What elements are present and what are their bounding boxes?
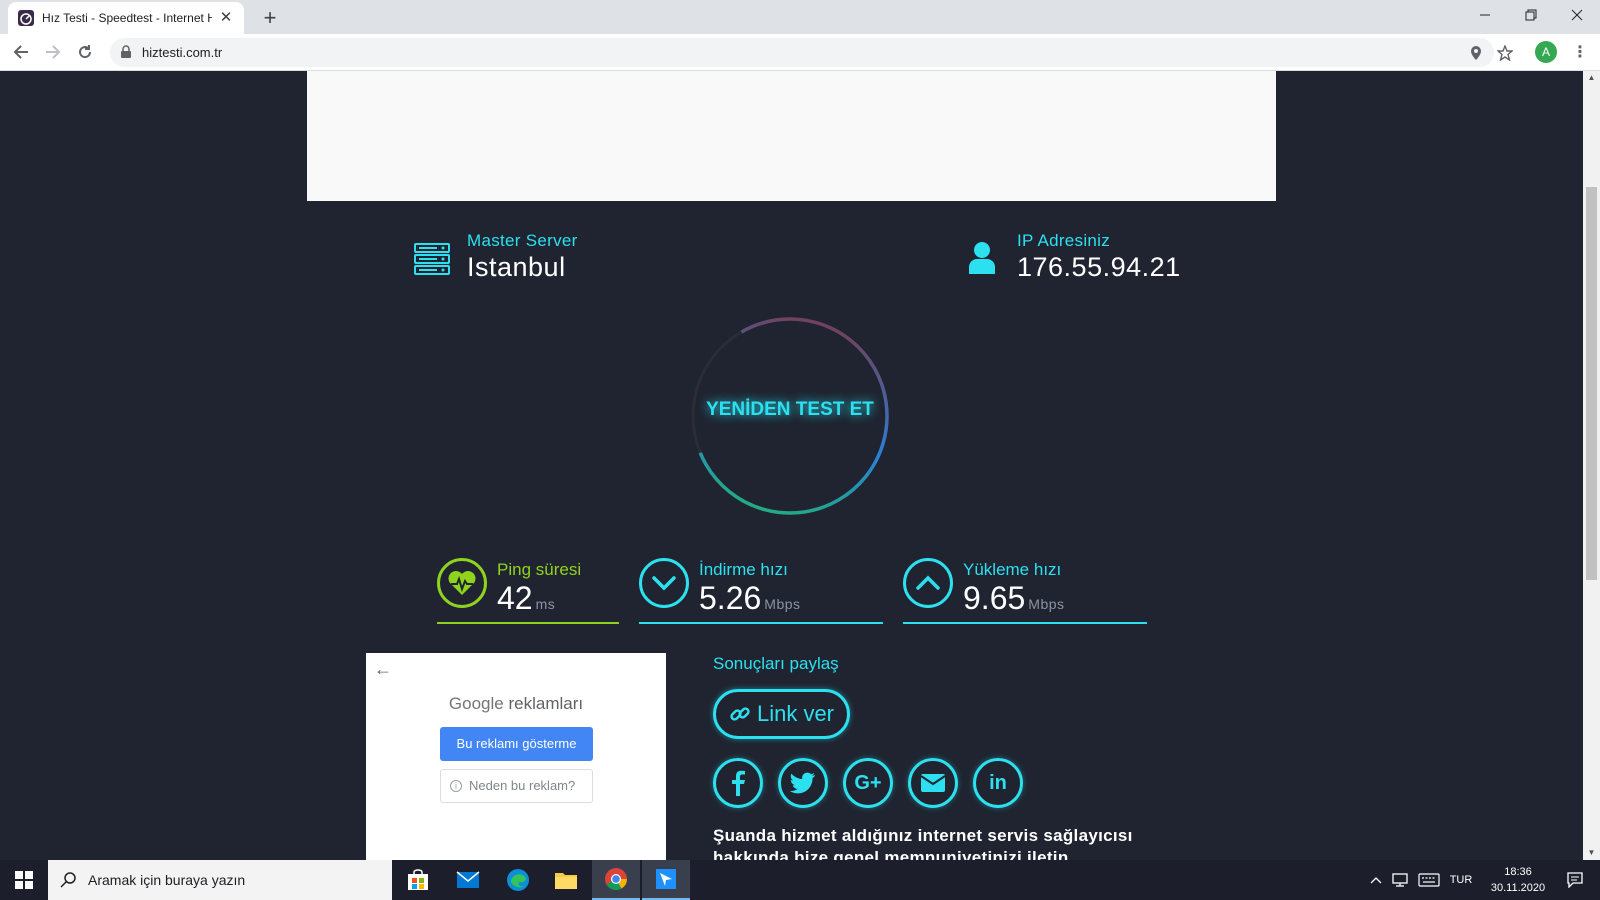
address-bar[interactable]: hiztesti.com.tr — [110, 38, 1494, 67]
windows-taskbar: Aramak için buraya yazın TUR 18:36 30.11… — [0, 860, 1600, 900]
new-tab-icon[interactable]: + — [256, 4, 284, 32]
notifications-icon[interactable] — [1558, 860, 1592, 900]
download-value-line: 5.26 Mbps — [699, 580, 801, 617]
ping-value: 42 — [497, 580, 533, 616]
page-viewport: Master Server Istanbul IP Adresiniz 176.… — [0, 71, 1583, 860]
upload-metric: Yükleme hızı 9.65 Mbps — [903, 558, 1147, 624]
minimize-icon[interactable] — [1462, 0, 1508, 30]
info-icon: i — [450, 780, 462, 792]
taskbar-search-box[interactable]: Aramak için buraya yazın — [48, 860, 392, 900]
email-icon[interactable] — [908, 758, 958, 808]
facebook-icon[interactable] — [713, 758, 763, 808]
speedometer-favicon-icon — [18, 10, 34, 26]
clock-date: 30.11.2020 — [1490, 882, 1546, 894]
share-title: Sonuçları paylaş — [713, 654, 839, 673]
edge-icon[interactable] — [494, 860, 542, 900]
browser-toolbar: hiztesti.com.tr A ⋮ — [0, 34, 1600, 71]
google-plus-icon[interactable]: G+ — [843, 758, 893, 808]
upload-unit: Mbps — [1028, 596, 1065, 612]
clock-time: 18:36 — [1504, 866, 1532, 878]
tray-chevron-up-icon[interactable] — [1366, 860, 1386, 900]
ping-metric: Ping süresi 42 ms — [437, 558, 619, 624]
search-icon — [60, 872, 76, 888]
download-unit: Mbps — [764, 596, 801, 612]
reload-icon[interactable] — [70, 37, 100, 67]
input-language[interactable]: TUR — [1446, 860, 1476, 900]
page-scrollbar[interactable]: ▲ ▼ — [1583, 71, 1600, 860]
ping-label: Ping süresi — [497, 560, 582, 579]
ping-unit: ms — [535, 596, 556, 612]
why-this-ad-button[interactable]: i Neden bu reklam? — [440, 769, 593, 803]
lock-icon[interactable] — [120, 45, 134, 59]
link-button[interactable]: Link ver — [713, 689, 850, 739]
chrome-icon[interactable] — [592, 860, 640, 900]
google-wordmark: Google — [448, 694, 504, 713]
link-icon — [729, 703, 751, 725]
why-this-ad-label: Neden bu reklam? — [469, 778, 576, 793]
file-explorer-icon[interactable] — [542, 860, 590, 900]
upload-value: 9.65 — [963, 580, 1026, 616]
scroll-up-arrow-icon[interactable]: ▲ — [1583, 71, 1600, 85]
keyboard-icon[interactable] — [1416, 860, 1442, 900]
snip-app-icon[interactable] — [642, 860, 690, 900]
bookmark-star-icon[interactable] — [1496, 44, 1514, 62]
chevron-up-icon — [903, 558, 953, 608]
browser-menu-icon[interactable]: ⋮ — [1568, 40, 1592, 64]
server-icon — [414, 243, 450, 280]
ad-brand-suffix: reklamları — [508, 694, 584, 713]
url-text[interactable]: hiztesti.com.tr — [142, 45, 222, 60]
ping-value-line: 42 ms — [497, 580, 555, 617]
browser-tabstrip: Hız Testi - Speedtest - Internet Hız Tes… — [0, 0, 1600, 34]
forward-arrow-icon[interactable] — [38, 37, 68, 67]
network-icon[interactable] — [1390, 860, 1412, 900]
ip-label: IP Adresiniz — [1017, 231, 1111, 250]
upload-label: Yükleme hızı — [963, 560, 1062, 579]
retest-button[interactable]: YENİDEN TEST ET — [690, 399, 890, 421]
download-metric: İndirme hızı 5.26 Mbps — [639, 558, 883, 624]
isp-feedback-text: Şuanda hizmet aldığınız internet servis … — [713, 826, 1133, 860]
close-window-icon[interactable] — [1554, 0, 1600, 30]
server-label: Master Server — [467, 231, 578, 250]
linkedin-icon[interactable]: in — [973, 758, 1023, 808]
mail-icon[interactable] — [444, 860, 492, 900]
windows-start-icon[interactable] — [0, 860, 48, 900]
chevron-down-icon — [639, 558, 689, 608]
browser-tab[interactable]: Hız Testi - Speedtest - Internet Hız Tes… — [8, 2, 244, 34]
taskbar-clock[interactable]: 18:36 30.11.2020 — [1478, 864, 1558, 896]
restore-icon[interactable] — [1508, 0, 1554, 30]
twitter-icon[interactable] — [778, 758, 828, 808]
ip-value: 176.55.94.21 — [1017, 252, 1181, 282]
user-icon — [968, 241, 996, 280]
tab-title: Hız Testi - Speedtest - Internet Hız Tes… — [42, 11, 213, 25]
download-value: 5.26 — [699, 580, 762, 616]
server-value: Istanbul — [467, 252, 566, 282]
scrollbar-thumb[interactable] — [1586, 187, 1597, 580]
tab-close-icon[interactable]: ✕ — [218, 10, 234, 26]
link-button-label: Link ver — [756, 701, 835, 726]
ad-brand: Google reklamları — [366, 694, 666, 714]
location-pin-icon[interactable] — [1467, 44, 1485, 62]
back-arrow-icon[interactable]: ← — [374, 659, 392, 680]
profile-avatar[interactable]: A — [1535, 41, 1557, 63]
scroll-down-arrow-icon[interactable]: ▼ — [1583, 846, 1600, 860]
upload-value-line: 9.65 Mbps — [963, 580, 1065, 617]
heartbeat-icon — [437, 558, 487, 608]
back-arrow-icon[interactable] — [6, 37, 36, 67]
store-icon[interactable] — [394, 860, 442, 900]
download-label: İndirme hızı — [699, 560, 788, 579]
search-placeholder: Aramak için buraya yazın — [88, 872, 246, 888]
google-ad-panel: ← Google reklamları Bu reklamı gösterme … — [366, 653, 666, 860]
hide-ad-button[interactable]: Bu reklamı gösterme — [440, 727, 593, 761]
top-advertisement-banner[interactable] — [307, 71, 1276, 201]
